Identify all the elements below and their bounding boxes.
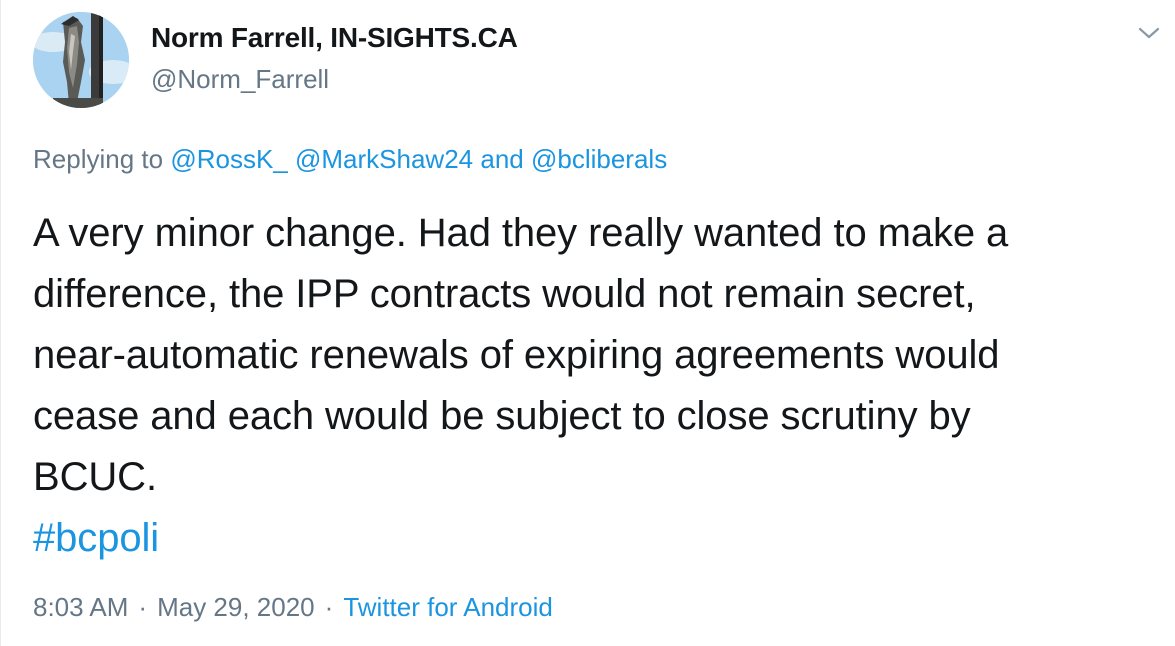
avatar[interactable] (33, 12, 129, 108)
tweet-card: Norm Farrell, IN-SIGHTS.CA @Norm_Farrell… (0, 0, 1175, 646)
tweet-time[interactable]: 8:03 AM (33, 592, 128, 622)
author-handle[interactable]: @Norm_Farrell (151, 64, 329, 95)
replying-to-label: Replying to (33, 144, 164, 174)
author-display-name[interactable]: Norm Farrell, IN-SIGHTS.CA (151, 22, 518, 54)
tweet-text-line: A very minor change. Had they really wan… (33, 211, 1009, 255)
tweet-meta: 8:03 AM · May 29, 2020 · Twitter for Android (33, 592, 553, 623)
mention-link-markshaw24[interactable]: @MarkShaw24 (295, 144, 473, 174)
replying-to-conjunction[interactable]: and (480, 144, 523, 174)
tweet-date[interactable]: May 29, 2020 (157, 592, 315, 622)
chevron-down-icon (1138, 27, 1160, 39)
tweet-text-line: cease and each would be subject to close… (33, 394, 971, 438)
mention-link-rossk[interactable]: @RossK_ (170, 144, 287, 174)
meta-separator: · (324, 592, 334, 622)
mention-link-bcliberals[interactable]: @bcliberals (531, 144, 667, 174)
tweet-source-link[interactable]: Twitter for Android (343, 592, 553, 622)
tweet-text-line: BCUC. (33, 455, 157, 499)
tweet-text-line: near-automatic renewals of expiring agre… (33, 333, 1000, 377)
more-menu-button[interactable] (1137, 24, 1161, 42)
avatar-photo-icon (33, 12, 129, 108)
hashtag-link[interactable]: #bcpoli (33, 508, 1163, 569)
meta-separator: · (138, 592, 148, 622)
tweet-text-line: difference, the IPP contracts would not … (33, 272, 976, 316)
tweet-text: A very minor change. Had they really wan… (33, 203, 1163, 569)
replying-to: Replying to @RossK_ @MarkShaw24 and @bcl… (33, 144, 667, 175)
